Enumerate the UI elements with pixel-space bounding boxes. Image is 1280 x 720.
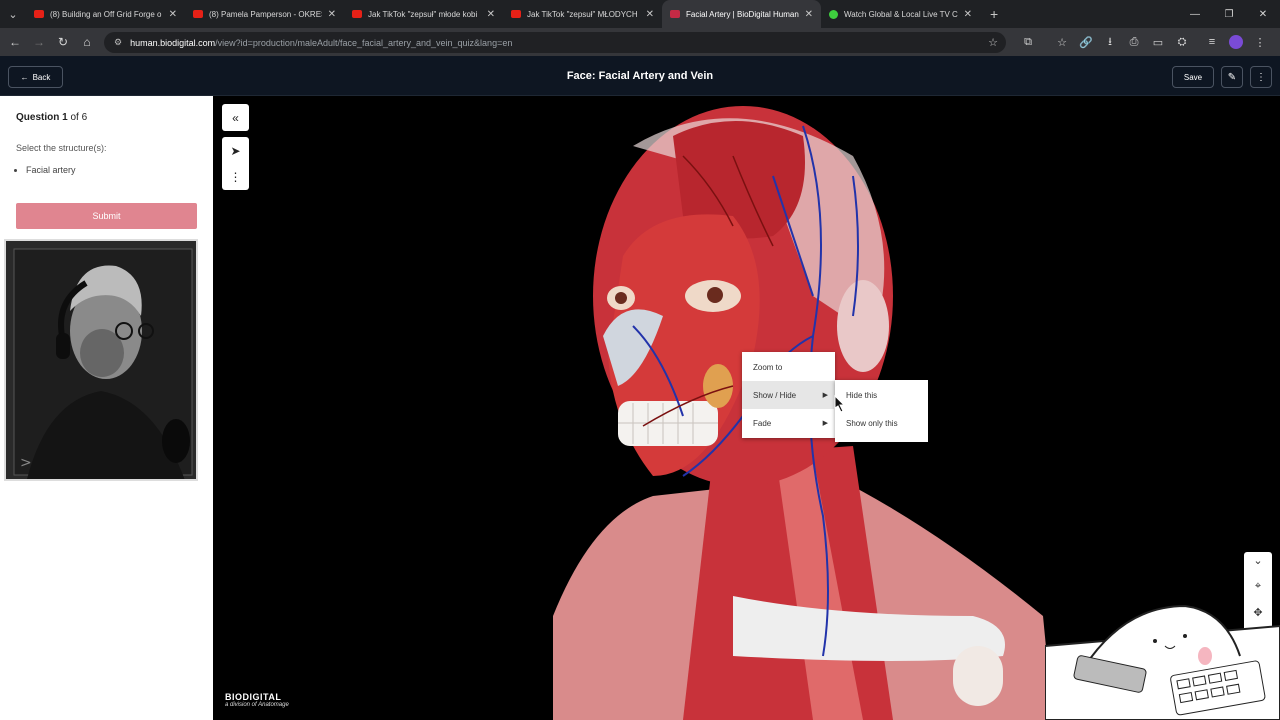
home-icon[interactable]: ⌂ bbox=[75, 28, 99, 56]
site-info-icon[interactable]: ⚙ bbox=[114, 37, 122, 48]
tool-palette: ➤ ⋮ bbox=[222, 137, 249, 190]
context-menu: Zoom to Show / Hide ▶ Fade ▶ bbox=[742, 352, 835, 438]
menu-item-label: Fade bbox=[753, 418, 772, 428]
menu-item-label: Show / Hide bbox=[753, 390, 797, 400]
extension-icon[interactable]: ⧉ bbox=[1016, 36, 1040, 49]
tab-title: Jak TikTok "zepsuł" młode kobi bbox=[368, 9, 478, 19]
youtube-icon bbox=[193, 10, 203, 18]
answer-list: Facial artery bbox=[26, 165, 76, 175]
close-icon[interactable]: ✕ bbox=[169, 9, 177, 20]
menu-item-label: Zoom to bbox=[753, 362, 783, 372]
question-instruction: Select the structure(s): bbox=[16, 143, 107, 153]
extension-icons: ⧉ ☆ 🔗 ⭳ ⎙ ▭ ⛭ ≡ ⋮ bbox=[1016, 28, 1272, 56]
youtube-icon bbox=[34, 10, 44, 18]
page-title: Face: Facial Artery and Vein bbox=[566, 70, 714, 82]
logo-text: BIODIGITAL bbox=[225, 692, 282, 702]
browser-tab-active[interactable]: Facial Artery | BioDigital Human ✕ bbox=[662, 0, 821, 28]
tv-icon bbox=[829, 9, 838, 19]
app-header: ← Back Face: Facial Artery and Vein Save … bbox=[0, 56, 1280, 96]
download-icon[interactable]: ⭳ bbox=[1098, 33, 1122, 52]
close-icon[interactable]: ✕ bbox=[964, 9, 972, 20]
browser-tab[interactable]: (8) Building an Off Grid Forge o ✕ bbox=[26, 0, 185, 28]
close-icon[interactable]: ✕ bbox=[328, 9, 336, 20]
window-controls: — ❐ ✕ bbox=[1178, 0, 1280, 28]
question-word: Question bbox=[16, 112, 60, 123]
forward-arrow-icon[interactable]: → bbox=[27, 28, 51, 56]
link-icon[interactable]: 🔗 bbox=[1074, 36, 1098, 49]
youtube-icon bbox=[352, 10, 362, 18]
logo-subtext: a division of Anatomage bbox=[225, 702, 289, 708]
select-cursor-icon[interactable]: ➤ bbox=[230, 144, 240, 158]
bongo-cat-overlay bbox=[1045, 604, 1280, 720]
tab-title: Facial Artery | BioDigital Human bbox=[686, 9, 799, 19]
reload-icon[interactable]: ↻ bbox=[51, 28, 75, 56]
bookmark-star-icon[interactable]: ☆ bbox=[988, 36, 998, 49]
magic-wand-icon[interactable]: ✎ bbox=[1221, 66, 1243, 88]
menu-item-show-only-this[interactable]: Show only this bbox=[835, 409, 928, 437]
mouse-cursor-icon bbox=[834, 394, 846, 413]
cast-icon[interactable]: ▭ bbox=[1146, 36, 1170, 49]
webcam-image: > bbox=[6, 241, 196, 479]
menu-item-hide-this[interactable]: Hide this bbox=[835, 381, 928, 409]
context-submenu: Hide this Show only this bbox=[835, 380, 928, 442]
menu-item-zoom-to[interactable]: Zoom to bbox=[742, 353, 835, 381]
new-tab-icon[interactable]: + bbox=[990, 6, 998, 22]
double-chevron-left-icon: « bbox=[232, 110, 239, 125]
more-vertical-icon[interactable]: ⋮ bbox=[1250, 66, 1272, 88]
close-icon[interactable]: ✕ bbox=[487, 9, 495, 20]
save-button[interactable]: Save bbox=[1172, 66, 1214, 88]
url-host: human.biodigital.com bbox=[130, 37, 216, 48]
back-arrow-icon[interactable]: ← bbox=[3, 28, 27, 56]
collapse-panel-button[interactable]: « bbox=[222, 104, 249, 131]
youtube-icon bbox=[511, 10, 521, 18]
url-path: /view?id=production/maleAdult/face_facia… bbox=[215, 37, 513, 48]
browser-tab[interactable]: Jak TikTok "zepsuł" MŁODYCH f ✕ bbox=[503, 0, 662, 28]
anatomy-viewer[interactable]: « ➤ ⋮ Zoom to Show / Hide ▶ Fade ▶ Hide th… bbox=[213, 96, 1280, 720]
menu-item-label: Show only this bbox=[846, 418, 898, 428]
biodigital-icon bbox=[670, 10, 680, 18]
question-heading: Question 1 of 6 bbox=[16, 112, 87, 123]
star-extension-icon[interactable]: ☆ bbox=[1050, 36, 1074, 49]
chevron-down-icon[interactable]: ⌄ bbox=[1244, 554, 1272, 567]
url-field[interactable]: ⚙ human.biodigital.com/view?id=productio… bbox=[104, 32, 1006, 53]
minimize-icon[interactable]: — bbox=[1178, 0, 1212, 28]
tab-search-icon[interactable]: ⌄ bbox=[0, 0, 26, 28]
profile-avatar[interactable] bbox=[1229, 35, 1243, 49]
caret-right-icon: ▶ bbox=[822, 420, 828, 427]
list-item: Facial artery bbox=[26, 165, 76, 175]
browser-toolbar: ← → ↻ ⌂ ⚙ human.biodigital.com/view?id=p… bbox=[0, 28, 1280, 56]
close-icon[interactable]: ✕ bbox=[805, 9, 813, 20]
question-total: of 6 bbox=[70, 112, 88, 123]
biodigital-logo: BIODIGITAL a division of Anatomage bbox=[225, 692, 289, 708]
browser-tab[interactable]: Watch Global & Local Live TV C ✕ bbox=[821, 0, 980, 28]
menu-item-label: Hide this bbox=[846, 390, 878, 400]
tab-title: Jak TikTok "zepsuł" MŁODYCH f bbox=[527, 9, 640, 19]
caret-right-icon: ▶ bbox=[822, 392, 828, 399]
print-icon[interactable]: ⎙ bbox=[1122, 36, 1146, 49]
menu-item-show-hide[interactable]: Show / Hide ▶ bbox=[742, 381, 835, 409]
submit-button[interactable]: Submit bbox=[16, 203, 197, 229]
browser-tab[interactable]: (8) Pamela Pamperson - OKRES ✕ bbox=[185, 0, 344, 28]
browser-tab-strip: ⌄ (8) Building an Off Grid Forge o ✕ (8) … bbox=[0, 0, 1280, 28]
close-icon[interactable]: ✕ bbox=[646, 9, 654, 20]
more-tools-icon[interactable]: ⋮ bbox=[230, 170, 242, 184]
question-number: 1 bbox=[62, 112, 68, 123]
tab-title: (8) Building an Off Grid Forge o bbox=[50, 9, 162, 19]
reading-list-icon[interactable]: ≡ bbox=[1200, 36, 1224, 48]
tab-title: (8) Pamela Pamperson - OKRES bbox=[209, 9, 322, 19]
browser-menu-icon[interactable]: ⋮ bbox=[1248, 36, 1272, 49]
restore-icon[interactable]: ❐ bbox=[1212, 0, 1246, 28]
tools-icon[interactable]: ⛭ bbox=[1170, 36, 1194, 49]
tab-title: Watch Global & Local Live TV C bbox=[844, 9, 958, 19]
menu-item-fade[interactable]: Fade ▶ bbox=[742, 409, 835, 437]
webcam-overlay: > bbox=[4, 239, 198, 481]
browser-tab[interactable]: Jak TikTok "zepsuł" młode kobi ✕ bbox=[344, 0, 503, 28]
window-close-icon[interactable]: ✕ bbox=[1246, 0, 1280, 28]
svg-text:>: > bbox=[20, 455, 32, 471]
